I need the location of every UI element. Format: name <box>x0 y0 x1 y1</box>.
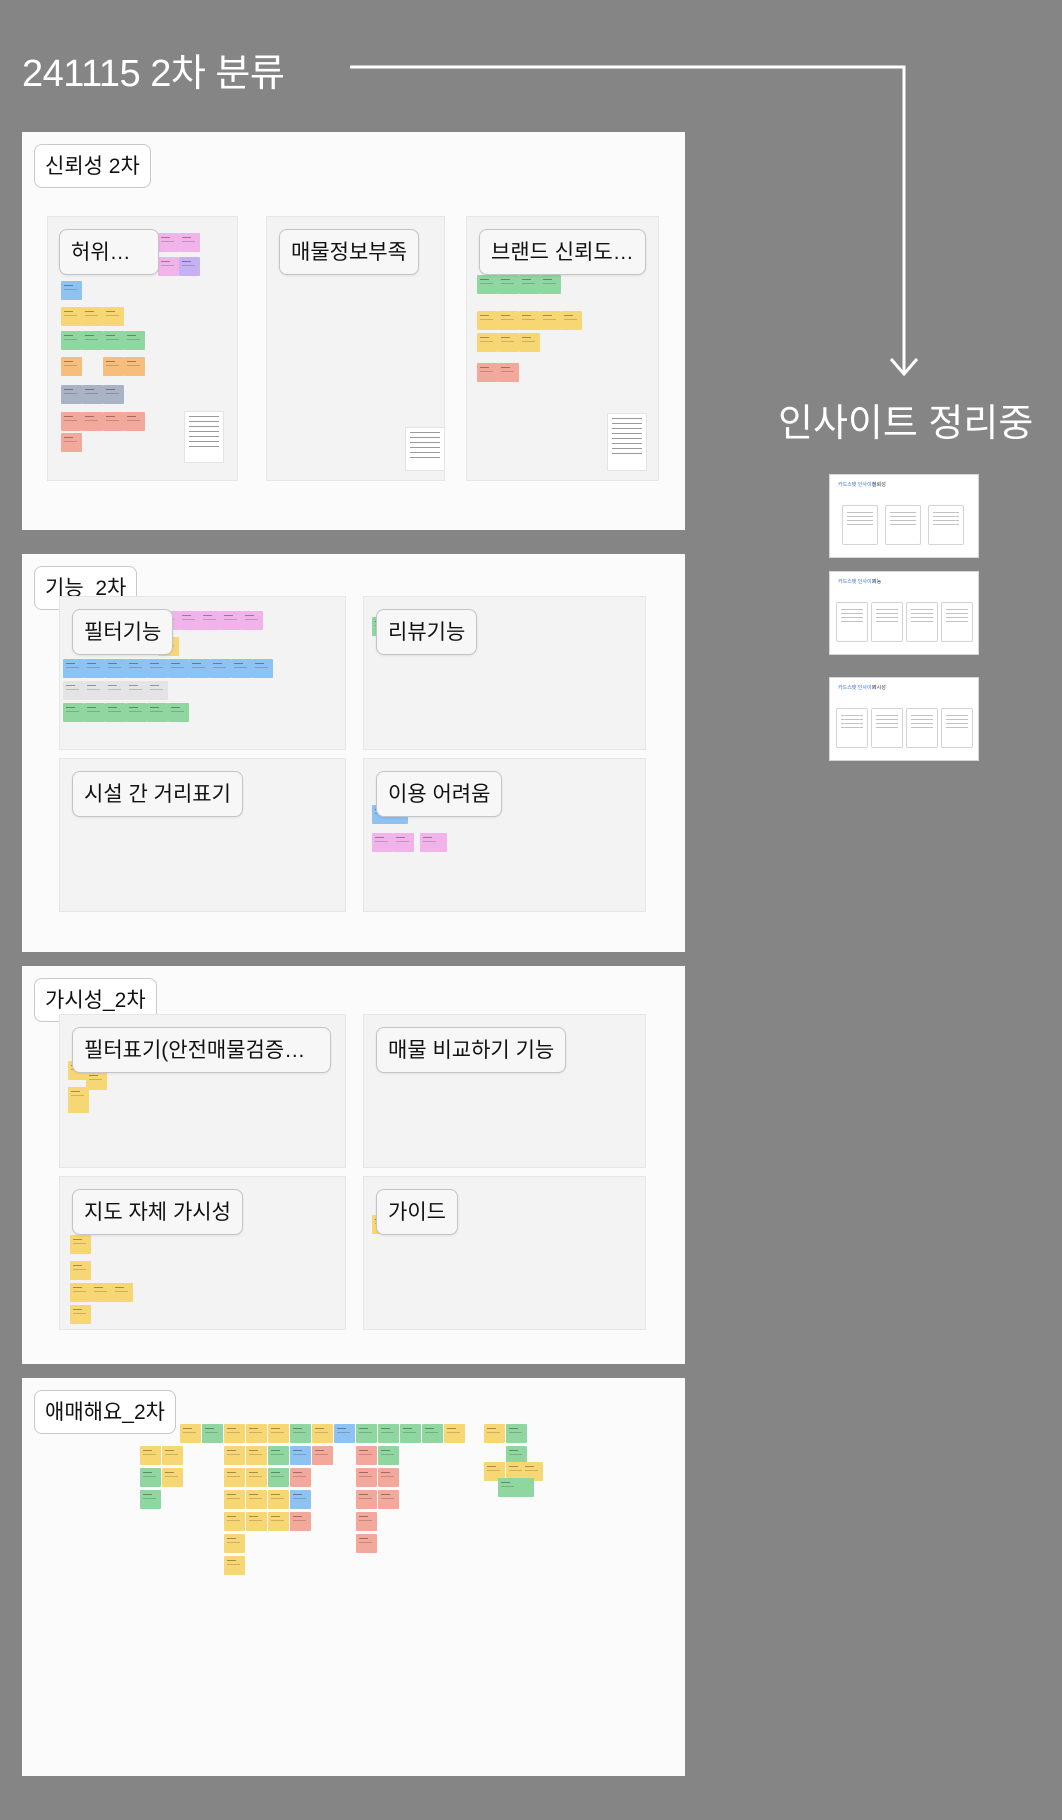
group-filter-display[interactable]: 필터표기(안전매물검증시... <box>59 1014 346 1168</box>
group-label[interactable]: 필터기능 <box>72 609 174 655</box>
insight-thumbnail[interactable]: 카드스탯 인사이트 가시성 <box>829 677 979 761</box>
group-label[interactable]: 필터표기(안전매물검증시... <box>72 1027 331 1073</box>
section-label[interactable]: 신뢰성 2차 <box>34 144 151 188</box>
thumbnail-title: 카드스탯 인사이트 <box>838 685 877 691</box>
thumbnail-subtitle: 가시성 <box>872 685 886 691</box>
memo-note <box>184 411 224 463</box>
group-label[interactable]: 허위매물 <box>59 229 159 275</box>
group-distance-display[interactable]: 시설 간 거리표기 <box>59 758 346 912</box>
thumbnail-card <box>941 602 973 642</box>
thumbnail-card <box>906 708 938 748</box>
section-visibility[interactable]: 가시성_2차 필터표기(안전매물검증시... 매물 비교하기 기능 지도 자체 … <box>22 966 685 1364</box>
group-label[interactable]: 지도 자체 가시성 <box>72 1189 243 1235</box>
memo-note <box>607 413 647 471</box>
insight-title: 인사이트 정리중 <box>778 403 1034 445</box>
group-label[interactable]: 시설 간 거리표기 <box>72 771 243 817</box>
group-label[interactable]: 브랜드 신뢰도 ... <box>479 229 646 275</box>
thumbnail-card <box>871 708 903 748</box>
group-brand-trust[interactable]: 브랜드 신뢰도 ... <box>466 216 659 481</box>
group-filter-function[interactable]: 필터기능 <box>59 596 346 750</box>
group-compare-listings[interactable]: 매물 비교하기 기능 <box>363 1014 646 1168</box>
section-ambiguous[interactable]: 애매해요_2차 <box>22 1378 685 1776</box>
group-label[interactable]: 매물 비교하기 기능 <box>376 1027 567 1073</box>
thumbnail-subtitle: 기능 <box>872 579 882 585</box>
thumbnail-title: 카드스탯 인사이트 <box>838 482 877 488</box>
group-review-function[interactable]: 리뷰기능 <box>363 596 646 750</box>
group-label[interactable]: 매물정보부족 <box>279 229 419 275</box>
thumbnail-card <box>871 602 903 642</box>
memo-note <box>405 427 445 471</box>
thumbnail-card <box>928 505 964 545</box>
thumbnail-title: 카드스탯 인사이트 <box>838 579 877 585</box>
thumbnail-card <box>906 602 938 642</box>
insight-thumbnail[interactable]: 카드스탯 인사이트 기능 <box>829 571 979 655</box>
thumbnail-subtitle: 신뢰성 <box>872 482 886 488</box>
section-label[interactable]: 애매해요_2차 <box>34 1390 176 1434</box>
board-title: 241115 2차 분류 <box>22 53 285 95</box>
thumbnail-card <box>885 505 921 545</box>
group-guide[interactable]: 가이드 <box>363 1176 646 1330</box>
group-fake-listing[interactable]: 허위매물 <box>47 216 238 481</box>
section-reliability[interactable]: 신뢰성 2차 허위매물 매물정보부족 브랜드 신뢰도 ... <box>22 132 685 530</box>
group-label[interactable]: 리뷰기능 <box>376 609 478 655</box>
thumbnail-card <box>836 708 868 748</box>
thumbnail-card <box>842 505 878 545</box>
group-label[interactable]: 가이드 <box>376 1189 458 1235</box>
section-function[interactable]: 기능_2차 필터기능 리뷰기능 시설 간 거리표기 이용 어려움 <box>22 554 685 952</box>
thumbnail-card <box>836 602 868 642</box>
group-usage-difficulty[interactable]: 이용 어려움 <box>363 758 646 912</box>
group-listing-info[interactable]: 매물정보부족 <box>266 216 445 481</box>
insight-thumbnail[interactable]: 카드스탯 인사이트 신뢰성 <box>829 474 979 558</box>
thumbnail-card <box>941 708 973 748</box>
group-label[interactable]: 이용 어려움 <box>376 771 503 817</box>
group-map-visibility[interactable]: 지도 자체 가시성 <box>59 1176 346 1330</box>
